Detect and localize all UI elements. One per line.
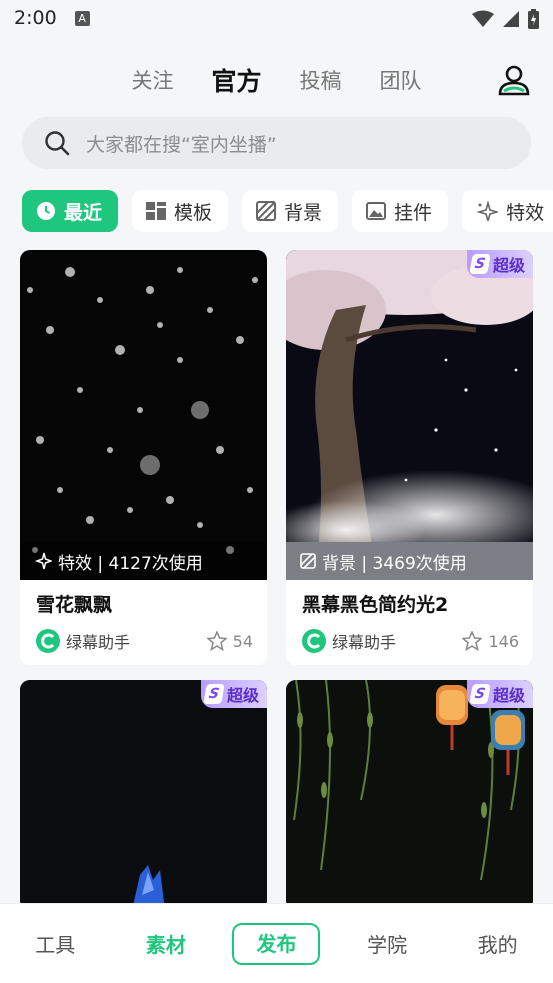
signal-icon bbox=[503, 11, 519, 27]
card-meta: 绿幕助手 146 bbox=[286, 618, 533, 658]
usage-text: 特效 | 4127次使用 bbox=[58, 553, 203, 574]
chip-recent[interactable]: 最近 bbox=[22, 190, 119, 232]
like-count: 54 bbox=[232, 631, 253, 651]
search-bar[interactable]: 大家都在搜“室内坐播” bbox=[22, 117, 531, 169]
tab-official[interactable]: 官方 bbox=[211, 62, 261, 98]
logo-icon bbox=[41, 633, 55, 649]
sparkle-icon bbox=[476, 201, 499, 221]
chip-label: 模板 bbox=[174, 201, 213, 224]
material-card[interactable]: 特效 | 4127次使用 雪花飘飘 绿幕助手 54 bbox=[20, 250, 267, 665]
notification-icon: A bbox=[74, 10, 90, 26]
card-meta: 绿幕助手 54 bbox=[20, 618, 267, 658]
nav-publish-button[interactable]: 发布 bbox=[232, 922, 321, 965]
background-icon bbox=[256, 201, 277, 221]
material-card[interactable]: S 超级 bbox=[286, 680, 533, 910]
super-icon: S bbox=[469, 254, 491, 274]
star-icon bbox=[206, 631, 227, 651]
material-card[interactable]: S 超级 背景 | 3469次使用 黑幕黑色简约光2 绿幕助手 146 bbox=[286, 250, 533, 665]
chip-effects[interactable]: 特效 bbox=[462, 190, 553, 232]
chip-background[interactable]: 背景 bbox=[242, 190, 339, 232]
usage-overlay: 背景 | 3469次使用 bbox=[286, 542, 533, 580]
nav-mine[interactable]: 我的 bbox=[454, 929, 542, 958]
chip-template[interactable]: 模板 bbox=[132, 190, 229, 232]
template-icon bbox=[146, 202, 167, 220]
top-tabs: 关注 官方 投稿 团队 bbox=[0, 58, 553, 102]
sparkle-icon bbox=[34, 552, 52, 570]
status-time: 2:00 bbox=[14, 7, 57, 29]
category-chips: 最近 模板 背景 挂件 特效 bbox=[22, 190, 553, 232]
chip-pendant[interactable]: 挂件 bbox=[352, 190, 449, 232]
nav-tools[interactable]: 工具 bbox=[11, 929, 99, 958]
badge-label: 超级 bbox=[492, 686, 525, 705]
chip-label: 特效 bbox=[506, 201, 545, 224]
usage-overlay: 特效 | 4127次使用 bbox=[20, 542, 267, 580]
crystal-thumbnail bbox=[20, 680, 267, 910]
image-icon bbox=[366, 202, 387, 220]
like-button[interactable]: 54 bbox=[206, 631, 253, 651]
card-thumbnail: 特效 | 4127次使用 bbox=[20, 250, 267, 580]
snow-thumbnail bbox=[27, 267, 258, 554]
background-icon bbox=[300, 553, 316, 569]
author-name: 绿幕助手 bbox=[66, 633, 131, 652]
card-title: 黑幕黑色简约光2 bbox=[302, 594, 449, 616]
search-placeholder: 大家都在搜“室内坐播” bbox=[86, 133, 277, 156]
author-name: 绿幕助手 bbox=[332, 633, 397, 652]
lantern-thumbnail bbox=[286, 680, 533, 910]
star-icon bbox=[462, 631, 483, 651]
logo-icon bbox=[307, 633, 321, 649]
author-avatar bbox=[36, 629, 60, 653]
badge-label: 超级 bbox=[226, 686, 259, 705]
nav-academy[interactable]: 学院 bbox=[343, 929, 431, 958]
search-icon bbox=[45, 131, 70, 156]
nav-materials[interactable]: 素材 bbox=[122, 929, 210, 958]
super-icon: S bbox=[469, 684, 491, 704]
tab-team[interactable]: 团队 bbox=[380, 65, 422, 95]
bottom-nav: 工具 素材 发布 学院 我的 bbox=[0, 903, 553, 983]
material-card[interactable]: S 超级 bbox=[20, 680, 267, 910]
chip-label: 挂件 bbox=[394, 201, 433, 224]
usage-text: 背景 | 3469次使用 bbox=[322, 553, 467, 574]
card-thumbnail: S 超级 bbox=[286, 680, 533, 910]
card-thumbnail: S 超级 bbox=[20, 680, 267, 910]
card-thumbnail: S 超级 背景 | 3469次使用 bbox=[286, 250, 533, 580]
tab-follow[interactable]: 关注 bbox=[131, 65, 173, 95]
clock-icon bbox=[37, 202, 55, 220]
status-icons bbox=[472, 9, 539, 29]
tab-submissions[interactable]: 投稿 bbox=[300, 65, 342, 95]
premium-badge: S 超级 bbox=[466, 250, 533, 278]
battery-icon bbox=[528, 9, 539, 29]
chip-label: 最近 bbox=[64, 201, 103, 224]
premium-badge: S 超级 bbox=[466, 680, 533, 708]
badge-label: 超级 bbox=[492, 256, 525, 275]
wifi-icon bbox=[472, 10, 494, 27]
status-bar: 2:00 A bbox=[0, 0, 553, 36]
author-avatar bbox=[302, 629, 326, 653]
chip-label: 背景 bbox=[284, 201, 323, 224]
like-button[interactable]: 146 bbox=[462, 631, 519, 651]
like-count: 146 bbox=[488, 631, 519, 651]
blossom-tree-thumbnail bbox=[286, 250, 533, 580]
super-icon: S bbox=[203, 684, 225, 704]
user-profile-icon[interactable] bbox=[497, 63, 531, 97]
card-title: 雪花飘飘 bbox=[36, 594, 113, 616]
premium-badge: S 超级 bbox=[200, 680, 267, 708]
